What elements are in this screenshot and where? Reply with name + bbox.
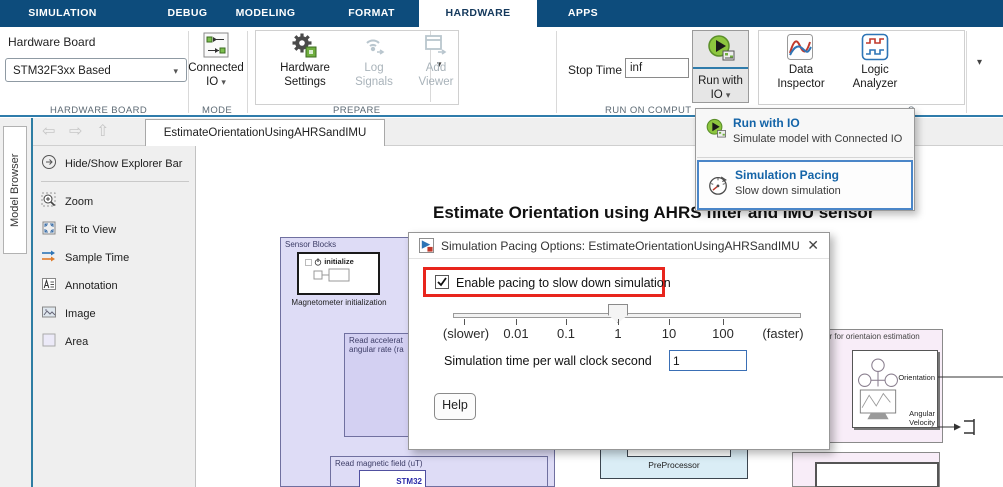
signal-lines — [938, 368, 1003, 438]
tool-palette: Hide/Show Explorer Bar Zoom Fit to View … — [33, 146, 196, 487]
check-icon — [436, 276, 448, 288]
fit-to-view-icon — [41, 220, 57, 241]
document-tab[interactable]: EstimateOrientationUsingAHRSandIMU — [145, 119, 385, 146]
palette-item-hide-show-explorer[interactable]: Hide/Show Explorer Bar — [41, 152, 191, 176]
enable-pacing-label: Enable pacing to slow down simulation — [456, 276, 671, 290]
simulation-pacing-dialog: Simulation Pacing Options: EstimateOrien… — [408, 232, 830, 450]
dialog-icon — [419, 238, 434, 258]
menu-item-run-with-io[interactable]: Run with IO Simulate model with Connecte… — [697, 110, 913, 158]
chevron-down-icon: ▾ — [173, 59, 178, 83]
dialog-titlebar[interactable]: Simulation Pacing Options: EstimateOrien… — [409, 233, 829, 259]
chevron-down-icon: ▾ — [221, 77, 226, 87]
stm32-block[interactable]: STM32 — [359, 470, 426, 487]
hardware-board-select[interactable]: STM32F3xx Based ▾ — [5, 58, 187, 82]
add-viewer-button[interactable]: Add Viewer — [408, 61, 464, 89]
bus-terminator-icon — [964, 419, 974, 435]
logic-analyzer-button[interactable]: Logic Analyzer — [846, 63, 904, 91]
data-inspector-button[interactable]: Data Inspector — [770, 63, 832, 91]
magnetometer-caption: Magnetometer initialization — [274, 298, 404, 307]
palette-item-zoom[interactable]: Zoom — [41, 190, 191, 214]
slider-label-1: 1 — [614, 326, 621, 341]
run-with-io-icon — [705, 118, 727, 145]
help-button[interactable]: Help — [434, 393, 476, 420]
log-signals-button[interactable]: Log Signals — [346, 61, 402, 89]
up-icon[interactable]: ⇧ — [96, 121, 109, 141]
read-mag-region[interactable]: Read magnetic field (uT) STM32 — [330, 456, 548, 487]
palette-item-annotation[interactable]: Annotation — [41, 274, 191, 298]
ribbon: Hardware Board STM32F3xx Based ▾ HARDWAR… — [0, 27, 1003, 115]
close-icon[interactable]: ✕ — [807, 237, 819, 254]
tab-simulation[interactable]: SIMULATION — [15, 0, 110, 27]
port-orientation: Orientation — [898, 373, 935, 382]
chevron-down-icon: ▾ — [726, 90, 731, 100]
gear-icon — [291, 32, 317, 63]
tab-hardware[interactable]: HARDWARE — [419, 0, 537, 27]
back-icon[interactable]: ⇦ — [42, 121, 55, 141]
hide-explorer-icon — [41, 154, 57, 175]
slider-label-faster: (faster) — [762, 326, 803, 341]
time-per-wallclock-input[interactable] — [669, 350, 747, 371]
image-icon — [41, 304, 57, 325]
stop-time-input[interactable] — [625, 58, 689, 78]
ahrs-block[interactable]: Orientation AngularVelocity — [852, 350, 938, 428]
annotation-icon — [41, 276, 57, 297]
hardware-board-value: STM32F3xx Based — [13, 65, 111, 77]
port-angular-velocity: AngularVelocity — [909, 409, 935, 427]
dialog-title: Simulation Pacing Options: EstimateOrien… — [441, 239, 800, 253]
hardware-settings-button[interactable]: Hardware Settings — [274, 61, 336, 89]
area-icon — [41, 332, 57, 353]
connected-io-button[interactable]: Connected IO ▾ — [186, 61, 246, 89]
tab-modeling[interactable]: MODELING — [223, 0, 308, 27]
slider-label-100: 100 — [712, 326, 734, 341]
tab-debug[interactable]: DEBUG — [150, 0, 225, 27]
tab-apps[interactable]: APPS — [557, 0, 609, 27]
palette-item-image[interactable]: Image — [41, 302, 191, 326]
run-with-io-button[interactable]: Run with IO ▾ — [692, 30, 749, 103]
palette-item-area[interactable]: Area — [41, 330, 191, 354]
logic-analyzer-icon — [861, 33, 889, 66]
pacing-gauge-icon — [707, 174, 729, 201]
data-inspector-icon — [786, 33, 814, 66]
time-per-wallclock-label: Simulation time per wall clock second — [444, 354, 652, 368]
simulink-window: SIMULATION DEBUG MODELING FORMAT HARDWAR… — [0, 0, 1003, 487]
slider-label-slower: (slower) — [443, 326, 489, 341]
slider-label-001: 0.01 — [503, 326, 528, 341]
ahrs-block-art — [855, 354, 901, 426]
menu-item-simulation-pacing[interactable]: Simulation Pacing Slow down simulation — [697, 160, 913, 210]
stop-time-label: Stop Time — [568, 63, 622, 77]
palette-item-sample-time[interactable]: Sample Time — [41, 246, 191, 270]
ribbon-overflow-arrow[interactable]: ▾ — [977, 57, 982, 68]
connected-io-icon[interactable] — [203, 32, 229, 63]
add-viewer-icon — [422, 32, 448, 63]
imu-region-partial[interactable] — [792, 452, 940, 487]
run-with-io-icon — [706, 51, 736, 68]
tab-format[interactable]: FORMAT — [334, 0, 409, 27]
sample-time-icon — [41, 248, 57, 269]
ribbon-tabstrip: SIMULATION DEBUG MODELING FORMAT HARDWAR… — [0, 0, 1003, 27]
hardware-board-label: Hardware Board — [8, 35, 95, 49]
model-browser-tab[interactable]: Model Browser — [3, 126, 27, 254]
slider-label-10: 10 — [662, 326, 676, 341]
run-with-io-menu: Run with IO Simulate model with Connecte… — [695, 108, 915, 211]
forward-icon[interactable]: ⇨ — [69, 121, 82, 141]
zoom-icon — [41, 192, 57, 213]
log-signals-icon — [360, 32, 386, 63]
palette-item-fit-to-view[interactable]: Fit to View — [41, 218, 191, 242]
slider-label-01: 0.1 — [557, 326, 575, 341]
magnetometer-init-block[interactable]: initialize — [297, 252, 380, 295]
annotation-red-box: Enable pacing to slow down simulation — [423, 267, 665, 297]
enable-pacing-checkbox[interactable] — [435, 275, 449, 289]
